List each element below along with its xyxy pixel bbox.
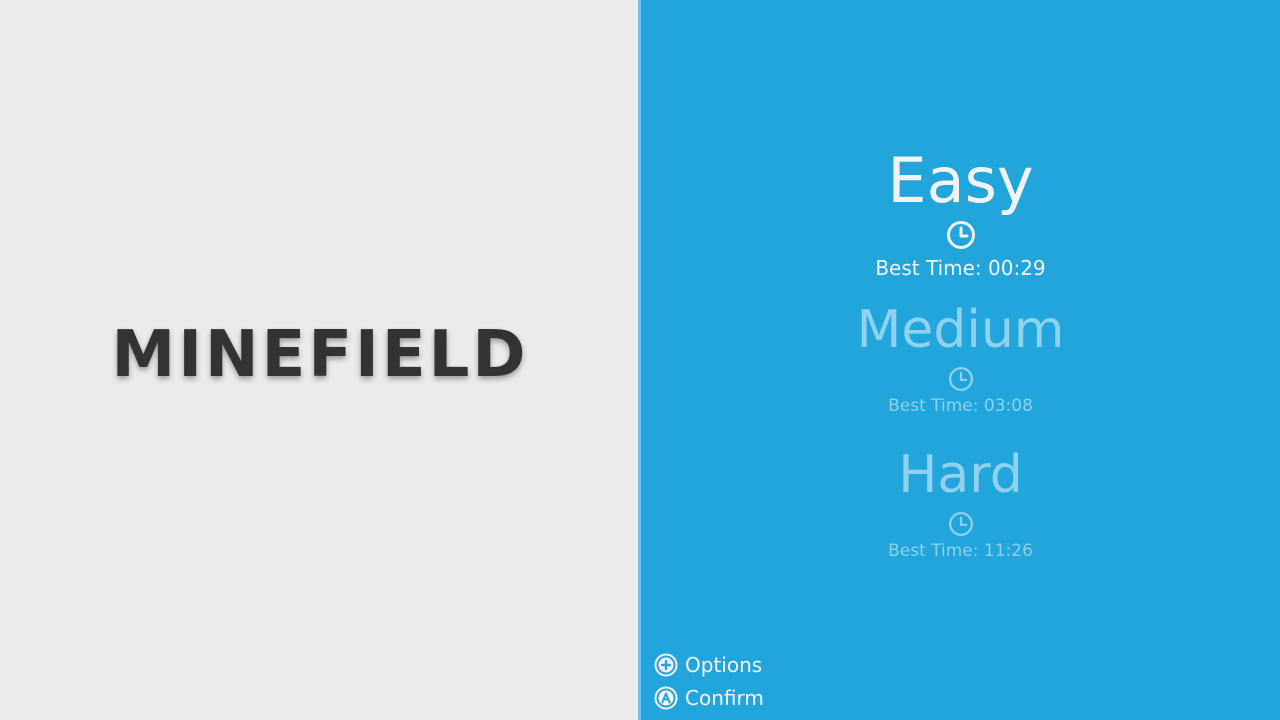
best-time: Best Time: 00:29	[875, 256, 1046, 280]
difficulty-option-easy[interactable]: Easy Best Time: 00:29	[641, 144, 1280, 281]
title-panel: MINEFIELD	[0, 0, 638, 720]
difficulty-option-medium[interactable]: Medium Best Time: 03:08	[641, 304, 1280, 416]
best-time: Best Time: 11:26	[888, 541, 1033, 561]
difficulty-name: Hard	[898, 445, 1023, 505]
clock-icon	[946, 221, 975, 249]
difficulty-name: Medium	[856, 300, 1065, 360]
best-time: Best Time: 03:08	[888, 396, 1033, 416]
confirm-hint[interactable]: Confirm	[654, 686, 764, 710]
clock-icon	[948, 512, 973, 536]
clock-icon	[948, 367, 973, 391]
difficulty-option-hard[interactable]: Hard Best Time: 11:26	[641, 449, 1280, 561]
title-screen: MINEFIELD Easy Best Time: 00:29 Medium B…	[0, 0, 1280, 720]
confirm-label: Confirm	[685, 686, 764, 710]
a-button-icon	[654, 686, 678, 710]
difficulty-menu: Easy Best Time: 00:29 Medium Best Time: …	[641, 0, 1280, 720]
plus-button-icon	[654, 653, 678, 677]
options-hint[interactable]: Options	[654, 653, 762, 677]
game-title: MINEFIELD	[111, 318, 529, 392]
difficulty-name: Easy	[887, 144, 1034, 217]
options-label: Options	[685, 653, 763, 677]
